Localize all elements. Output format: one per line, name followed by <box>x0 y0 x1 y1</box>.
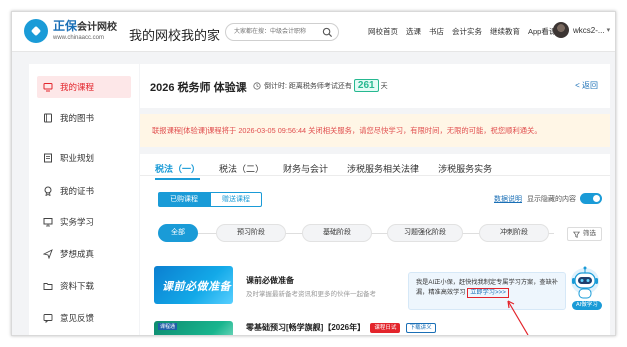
course-title[interactable]: 零基础预习[畅学旗舰]【2026年】 课程日试 下载讲义 <box>246 322 436 333</box>
nav-continuing-education[interactable]: 继续教育 <box>490 26 520 37</box>
exam-countdown: 倒计时: 距离税务师考试还有 261 天 <box>253 79 388 92</box>
stage-filter: 全部 预习阶段 基础阶段 习题强化阶段 冲刺阶段 <box>154 224 602 242</box>
site-title: 我的网校我的家 <box>129 28 221 43</box>
stage-basic[interactable]: 基础阶段 <box>302 224 372 242</box>
folder-icon <box>43 281 53 291</box>
course-subtitle: 及时掌握最新备考资讯和更多的伙伴一起备考 <box>246 291 376 298</box>
nav-select-course[interactable]: 选课 <box>406 26 421 37</box>
subtab-purchased[interactable]: 已购课程 <box>158 192 210 207</box>
tab-finance-accounting[interactable]: 财务与会计 <box>283 154 328 175</box>
top-header: 正保会计网校 www.chinaacc.com 我的网校我的家 网校首页 选课 … <box>12 12 615 52</box>
top-nav: 网校首页 选课 书店 会计实务 继续教育 App看课 <box>368 26 564 37</box>
sidebar-item-downloads[interactable]: 资料下载 <box>37 275 131 297</box>
logo-icon <box>24 19 48 43</box>
course-panel: 税法（一） 税法（二） 财务与会计 涉税服务相关法律 涉税服务实务 已购课程 赠… <box>140 154 610 335</box>
sidebar-item-practice-learning[interactable]: 实务学习 <box>37 211 131 233</box>
search-icon[interactable] <box>322 27 333 38</box>
course-title-text: 零基础预习[畅学旗舰]【2026年】 <box>246 323 366 332</box>
nav-accounting-practice[interactable]: 会计实务 <box>452 26 482 37</box>
download-handout-badge[interactable]: 下载讲义 <box>405 322 436 333</box>
list-item[interactable]: 课程通 零基础预习[畅学旗舰]【2026年】 课程日试 下载讲义 <box>154 321 554 335</box>
monitor-icon <box>43 82 53 92</box>
tab-tax-related-law[interactable]: 涉税服务相关法律 <box>347 154 419 175</box>
show-hidden-label: 显示隐藏的内容 <box>527 195 576 203</box>
user-menu[interactable]: wkcs2-... ▾ <box>553 22 610 38</box>
tab-tax-law-2[interactable]: 税法（二） <box>219 154 264 175</box>
service-notice: 联报课程[体验课]课程将于 2026-03-05 09:56:44 关闭相关服务… <box>140 114 610 147</box>
main-content: 2026 税务师 体验课 倒计时: 距离税务师考试还有 261 天 < 返回 联… <box>140 64 610 335</box>
data-explain-link[interactable]: 数据说明 <box>494 194 522 204</box>
stage-all[interactable]: 全部 <box>158 224 198 242</box>
document-icon <box>43 153 53 163</box>
ai-study-label[interactable]: AI做学习 <box>572 301 602 310</box>
stage-exercise[interactable]: 习题强化阶段 <box>387 224 463 242</box>
site-logo[interactable]: 正保会计网校 www.chinaacc.com <box>24 19 117 43</box>
countdown-days: 261 <box>353 79 379 92</box>
send-icon <box>43 249 53 259</box>
thumbnail-tag: 课程通 <box>158 323 178 330</box>
purchase-type-tabs: 已购课程 赠送课程 <box>158 192 262 207</box>
clock-icon <box>253 81 261 90</box>
app-window: 正保会计网校 www.chinaacc.com 我的网校我的家 网校首页 选课 … <box>11 11 616 336</box>
ai-assistant-bubble: 我是AI正小保，赶快找我制定专属学习方案，查缺补漏，精准高效学习 立即学习>>> <box>408 272 566 310</box>
sidebar-item-my-books[interactable]: 我的图书 <box>37 107 131 129</box>
page-title: 2026 税务师 体验课 <box>150 82 247 94</box>
logo-name: 正保会计网校 <box>53 18 118 33</box>
book-icon <box>43 113 53 123</box>
stage-sprint[interactable]: 冲刺阶段 <box>479 224 549 242</box>
subject-tabs: 税法（一） 税法（二） 财务与会计 涉税服务相关法律 涉税服务实务 <box>140 154 610 180</box>
certificate-icon <box>43 186 53 196</box>
sidebar-item-label: 我的图书 <box>60 113 95 123</box>
chevron-down-icon: ▾ <box>606 27 611 34</box>
sidebar-item-dreams-come-true[interactable]: 梦想成真 <box>37 243 131 265</box>
sidebar-item-my-courses[interactable]: 我的课程 <box>37 76 131 98</box>
search-input[interactable] <box>234 26 318 38</box>
filter-icon <box>573 231 580 238</box>
thumbnail-text: 课前必做准备 <box>162 281 231 293</box>
countdown-suffix: 天 <box>380 82 388 90</box>
sidebar-item-label: 实务学习 <box>60 217 95 227</box>
status-badge: 课程日试 <box>370 322 401 333</box>
notice-text: 联报课程[体验课]课程将于 2026-03-05 09:56:44 关闭相关服务… <box>152 126 542 135</box>
back-link[interactable]: < 返回 <box>575 80 598 91</box>
sidebar-item-label: 职业规划 <box>60 153 95 163</box>
sidebar-item-label: 我的课程 <box>60 82 95 92</box>
nav-home[interactable]: 网校首页 <box>368 26 398 37</box>
sidebar-item-label: 我的证书 <box>60 186 95 196</box>
logo-url: www.chinaacc.com <box>53 34 105 41</box>
sidebar-item-feedback[interactable]: 意见反馈 <box>37 307 131 329</box>
stage-preview[interactable]: 预习阶段 <box>216 224 286 242</box>
logo-name-suffix: 会计网校 <box>77 21 118 33</box>
filter-label: 筛选 <box>583 230 596 237</box>
sidebar-item-label: 梦想成真 <box>60 249 95 259</box>
course-header: 2026 税务师 体验课 倒计时: 距离税务师考试还有 261 天 < 返回 <box>140 64 610 108</box>
course-thumbnail: 课程通 <box>154 321 233 335</box>
nav-bookstore[interactable]: 书店 <box>429 26 444 37</box>
panel-links: 数据说明 显示隐藏的内容 <box>494 193 602 204</box>
sidebar-item-label: 意见反馈 <box>60 313 95 323</box>
search-box <box>225 23 339 41</box>
sidebar: 我的课程 我的图书 职业规划 我的证书 实务学习 梦想成真 资料下载 意见反馈 <box>29 64 139 335</box>
screen-icon <box>43 217 53 227</box>
subtab-gifted[interactable]: 赠送课程 <box>210 192 262 207</box>
course-thumbnail: 课前必做准备 <box>154 266 233 304</box>
show-hidden-toggle[interactable] <box>580 193 602 204</box>
tab-tax-law-1[interactable]: 税法（一） <box>155 154 201 180</box>
course-title[interactable]: 课前必做准备 <box>246 275 294 286</box>
filter-button[interactable]: 筛选 <box>567 227 602 241</box>
countdown-prefix: 倒计时: 距离税务师考试还有 <box>264 82 352 90</box>
tab-tax-service-practice[interactable]: 涉税服务实务 <box>438 154 492 175</box>
annotation-arrow-icon <box>507 300 529 335</box>
user-name: wkcs2-... <box>573 25 605 35</box>
feedback-icon <box>43 313 53 323</box>
sidebar-item-my-certificates[interactable]: 我的证书 <box>37 180 131 202</box>
sidebar-item-career-planning[interactable]: 职业规划 <box>37 147 131 169</box>
robot-icon[interactable] <box>568 264 602 306</box>
sidebar-item-label: 资料下载 <box>60 281 95 291</box>
avatar <box>553 22 569 38</box>
